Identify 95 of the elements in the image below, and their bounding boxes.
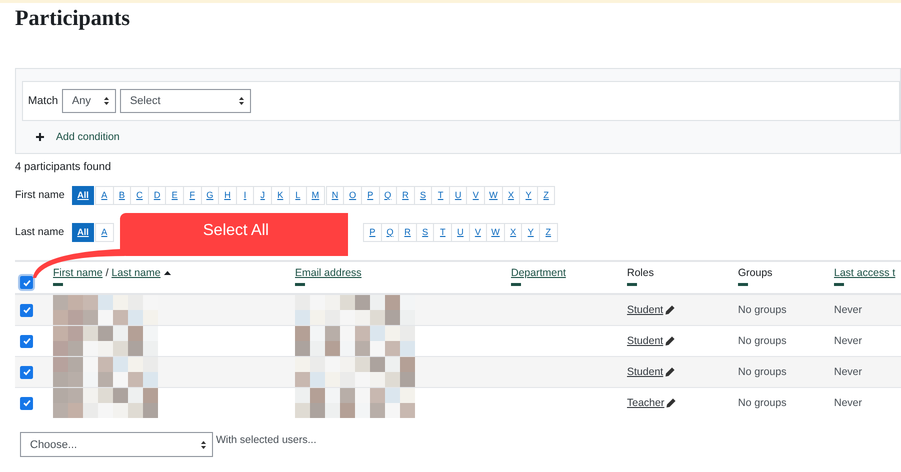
initial-filter-link[interactable]: X	[504, 222, 522, 242]
initial-filter-link[interactable]: M	[306, 186, 325, 204]
sort-icon	[511, 283, 521, 286]
initial-filter-link[interactable]: E	[165, 186, 184, 204]
checkbox[interactable]	[20, 396, 33, 410]
sort-icon	[738, 283, 748, 286]
sort-link[interactable]: First name	[53, 267, 103, 279]
initial-filter-link[interactable]: L	[288, 186, 308, 204]
initial-filter-link[interactable]: W	[484, 186, 503, 204]
check-icon	[22, 278, 30, 286]
match-select[interactable]: Any	[62, 89, 116, 113]
checkbox[interactable]	[20, 304, 33, 316]
page-title: Participants	[15, 4, 130, 32]
initial-filter-link[interactable]: V	[468, 222, 488, 242]
table-cell: No groups	[738, 397, 786, 409]
initial-filter-link[interactable]: P	[360, 186, 380, 204]
sort-icon	[295, 283, 305, 286]
column-header: Roles	[627, 267, 654, 279]
table-cell: Never	[834, 366, 862, 378]
check-icon	[22, 399, 30, 407]
sort-arrows-icon	[104, 97, 109, 105]
initial-filter-link[interactable]: Q	[378, 186, 398, 204]
table-cell: No groups	[738, 335, 786, 347]
initial-filter-link[interactable]: Z	[536, 186, 556, 204]
initial-filter-link[interactable]: All	[72, 222, 94, 242]
initial-filter-link[interactable]: W	[486, 222, 505, 242]
sort-arrows-icon	[238, 97, 244, 105]
callout-text: Select All	[203, 221, 269, 241]
column-header: Groups	[738, 267, 772, 279]
initials-label: Last name	[15, 226, 66, 238]
table-cell: Never	[834, 335, 862, 347]
initial-filter-link[interactable]: P	[363, 222, 382, 242]
column-header-link[interactable]: Email address	[295, 267, 362, 279]
initial-filter-link[interactable]: T	[433, 222, 452, 242]
sort-icon	[834, 283, 844, 286]
initial-filter-link[interactable]: U	[448, 186, 468, 204]
bulk-action-select[interactable]: Choose...	[20, 432, 213, 457]
sort-icon	[53, 283, 63, 286]
separator-text: /	[106, 267, 109, 279]
initial-filter-link[interactable]: H	[218, 186, 237, 204]
initial-filter-link[interactable]: Y	[521, 222, 540, 242]
result-count: 4 participants found	[15, 160, 112, 174]
initial-filter-link[interactable]: All	[72, 186, 94, 204]
initial-filter-link[interactable]: I	[236, 186, 254, 204]
initial-filter-link[interactable]: N	[326, 186, 344, 204]
initials-label: First name	[15, 189, 66, 201]
role-link[interactable]: Student	[627, 366, 664, 378]
check-icon	[22, 368, 30, 376]
initial-filter-link[interactable]: S	[414, 186, 432, 204]
check-icon	[22, 337, 30, 345]
initial-filter-link[interactable]: R	[398, 222, 417, 242]
initial-filter-link[interactable]: Y	[519, 186, 538, 204]
condition-select[interactable]: Select	[120, 89, 251, 113]
checkbox[interactable]	[20, 276, 33, 289]
table-cell: Never	[834, 397, 862, 409]
initial-filter-link[interactable]: C	[130, 186, 149, 204]
pencil-icon[interactable]	[666, 398, 676, 408]
initial-filter-link[interactable]: Z	[539, 222, 558, 242]
plus-icon	[36, 133, 44, 141]
initial-filter-link[interactable]: J	[253, 186, 272, 204]
table-cell: No groups	[738, 366, 786, 378]
initial-filter-link[interactable]: D	[148, 186, 166, 204]
add-condition-link[interactable]: Add condition	[36, 131, 120, 143]
column-header-link[interactable]: Last access t	[834, 267, 896, 279]
initial-filter-link[interactable]: S	[416, 222, 434, 242]
column-header-link[interactable]: Department	[511, 267, 566, 279]
initial-filter-link[interactable]: B	[112, 186, 132, 204]
pencil-icon[interactable]	[665, 305, 676, 315]
initial-filter-link[interactable]: X	[502, 186, 520, 204]
initial-filter-link[interactable]: V	[466, 186, 486, 204]
pencil-icon[interactable]	[665, 336, 676, 346]
match-label: Match	[28, 94, 58, 108]
role-link[interactable]: Student	[627, 335, 664, 347]
initial-filter-link[interactable]: F	[182, 186, 202, 204]
bulk-action-label: With selected users...	[216, 434, 316, 446]
initial-filter-link[interactable]: R	[396, 186, 415, 204]
initial-filter-link[interactable]: G	[200, 186, 220, 204]
role-link[interactable]: Student	[627, 304, 664, 316]
sort-icon	[627, 283, 637, 286]
initial-filter-link[interactable]: K	[270, 186, 290, 204]
initial-filter-link[interactable]: O	[343, 186, 362, 204]
table-cell: Never	[834, 304, 862, 316]
checkbox[interactable]	[20, 366, 33, 378]
check-icon	[22, 306, 30, 314]
initial-filter-link[interactable]: T	[431, 186, 450, 204]
pencil-icon[interactable]	[665, 367, 676, 377]
table-cell: No groups	[738, 304, 786, 316]
initial-filter-link[interactable]: A	[95, 222, 114, 242]
role-link[interactable]: Teacher	[627, 397, 664, 409]
initial-filter-link[interactable]: Q	[380, 222, 400, 242]
checkbox[interactable]	[20, 334, 33, 348]
initial-filter-link[interactable]: A	[95, 186, 114, 204]
sort-link[interactable]: Last name	[112, 267, 161, 279]
sort-arrows-icon	[201, 440, 206, 448]
initial-filter-link[interactable]: U	[451, 222, 470, 242]
